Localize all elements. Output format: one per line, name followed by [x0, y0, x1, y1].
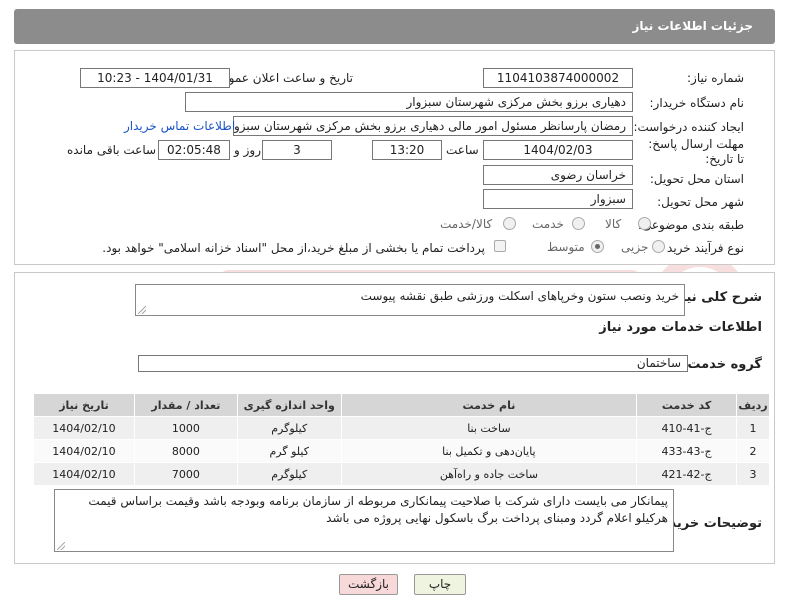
requester-label: ایجاد کننده درخواست: — [633, 120, 744, 134]
deadline-date-field: 1404/02/03 — [483, 140, 633, 160]
buyer-org-field: دهیاری برزو بخش مرکزی شهرستان سبزوار — [185, 92, 633, 112]
category-label: طبقه بندی موضوعی: — [637, 218, 744, 232]
buyer-notes-textarea[interactable]: پیمانکار می بایست دارای شرکت با صلاحیت پ… — [54, 489, 674, 552]
days-label: روز و — [234, 143, 261, 157]
cell-qty: 1000 — [133, 416, 238, 440]
buyer-notes-text: پیمانکار می بایست دارای شرکت با صلاحیت پ… — [88, 494, 668, 525]
col-row: ردیف — [736, 393, 770, 417]
city-field: سبزوار — [483, 189, 633, 209]
print-button[interactable]: چاپ — [414, 574, 466, 595]
province-field: خراسان رضوی — [483, 165, 633, 185]
cell-date: 1404/02/10 — [33, 462, 135, 486]
table-header-row: ردیف کد خدمت نام خدمت واحد اندازه گیری ت… — [33, 393, 770, 417]
cell-unit: کیلوگرم — [236, 462, 342, 486]
cell-code: ج-42-421 — [636, 462, 738, 486]
summary-textarea[interactable]: خرید ونصب ستون وخرپاهای اسکلت ورزشی طبق … — [135, 284, 685, 316]
announce-field: 1404/01/31 - 10:23 — [80, 68, 230, 88]
category-radio-goods[interactable] — [638, 217, 651, 230]
province-label: استان محل تحویل: — [649, 172, 744, 186]
requester-field: رمضان پارسانظر مسئول امور مالی دهیاری بر… — [233, 116, 633, 136]
col-unit: واحد اندازه گیری — [236, 393, 342, 417]
cell-name: ساخت جاده و راه‌آهن — [340, 462, 638, 486]
purchase-type-label: نوع فرآیند خرید : — [659, 241, 744, 255]
service-group-label: گروه خدمت: — [682, 357, 762, 372]
table-row: 1 ج-41-410 ساخت بنا کیلوگرم 1000 1404/02… — [33, 416, 770, 440]
summary-text: خرید ونصب ستون وخرپاهای اسکلت ورزشی طبق … — [360, 289, 679, 303]
cell-row: 3 — [736, 462, 770, 486]
cell-row: 2 — [736, 439, 770, 463]
category-service-label: خدمت — [532, 217, 564, 231]
services-section-title: اطلاعات خدمات مورد نیاز — [599, 320, 762, 335]
col-date: تاریخ نیاز — [33, 393, 135, 417]
purchase-radio-minor[interactable] — [652, 240, 665, 253]
treasury-payment-checkbox[interactable] — [494, 240, 506, 252]
page-header: جزئیات اطلاعات نیاز — [14, 9, 775, 44]
purchase-minor-label: جزیی — [621, 240, 649, 254]
cell-name: ساخت بنا — [340, 416, 638, 440]
cell-unit: کیلوگرم — [236, 416, 342, 440]
page-title: جزئیات اطلاعات نیاز — [632, 19, 753, 33]
cell-date: 1404/02/10 — [33, 439, 135, 463]
cell-qty: 8000 — [133, 439, 238, 463]
treasury-payment-note: پرداخت تمام یا بخشی از مبلغ خرید،از محل … — [102, 241, 485, 255]
col-code: کد خدمت — [636, 393, 738, 417]
cell-name: پایان‌دهی و تکمیل بنا — [340, 439, 638, 463]
resize-grip[interactable] — [138, 306, 146, 314]
deadline-label: مهلت ارسال پاسخ: تا تاریخ: — [648, 137, 744, 166]
category-goods-service-label: کالا/خدمت — [440, 217, 493, 231]
category-radio-goods-service[interactable] — [503, 217, 516, 230]
table-row: 2 ج-43-433 پایان‌دهی و تکمیل بنا کیلو گر… — [33, 439, 770, 463]
buyer-org-label: نام دستگاه خریدار: — [649, 96, 745, 110]
deadline-time-field: 13:20 — [372, 140, 442, 160]
purchase-medium-label: متوسط — [547, 240, 585, 254]
service-group-field: ساختمان — [138, 355, 688, 372]
col-name: نام خدمت — [340, 393, 638, 417]
cell-code: ج-41-410 — [636, 416, 738, 440]
category-goods-label: کالا — [605, 217, 622, 231]
remaining-label: ساعت باقی مانده — [67, 143, 157, 157]
contact-buyer-link[interactable]: اطلاعات تماس خریدار — [124, 119, 235, 133]
time-label: ساعت — [446, 143, 479, 157]
col-qty: تعداد / مقدار — [133, 393, 238, 417]
need-number-field: 1104103874000002 — [483, 68, 633, 88]
purchase-radio-medium[interactable] — [591, 240, 604, 253]
services-table: ردیف کد خدمت نام خدمت واحد اندازه گیری ت… — [33, 393, 770, 486]
table-row: 3 ج-42-421 ساخت جاده و راه‌آهن کیلوگرم 7… — [33, 462, 770, 486]
category-radio-service[interactable] — [572, 217, 585, 230]
need-number-label: شماره نیاز: — [687, 71, 744, 85]
days-field: 3 — [262, 140, 332, 160]
cell-date: 1404/02/10 — [33, 416, 135, 440]
resize-grip[interactable] — [57, 542, 65, 550]
cell-row: 1 — [736, 416, 770, 440]
remaining-time-field: 02:05:48 — [158, 140, 230, 160]
cell-unit: کیلو گرم — [236, 439, 342, 463]
back-button[interactable]: بازگشت — [339, 574, 398, 595]
cell-code: ج-43-433 — [636, 439, 738, 463]
city-label: شهر محل تحویل: — [657, 195, 744, 209]
cell-qty: 7000 — [133, 462, 238, 486]
